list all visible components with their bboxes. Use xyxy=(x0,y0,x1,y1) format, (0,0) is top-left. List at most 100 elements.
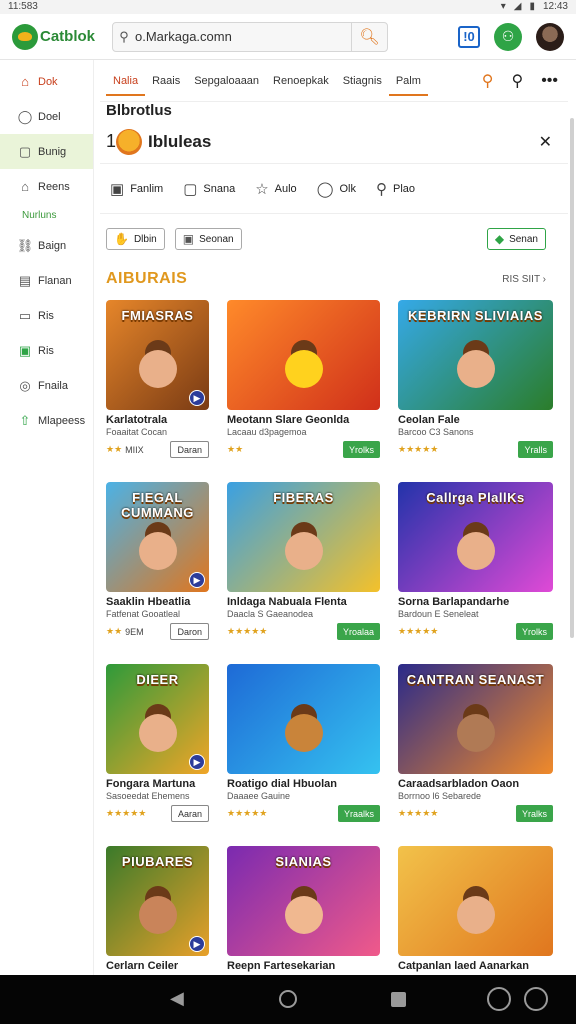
assistant-icon[interactable] xyxy=(524,987,548,1011)
brand-logo[interactable]: Catblok xyxy=(12,23,102,50)
game-action-button[interactable]: Yralls xyxy=(518,441,553,458)
filter-olk[interactable]: ◯ Olk xyxy=(317,180,356,198)
game-card[interactable]: Meotann Slare Geonlda Lacaau d3pagemoa ★★… xyxy=(227,300,380,482)
game-thumbnail[interactable]: FMIASRAS ▶ xyxy=(106,300,209,410)
chip-senan[interactable]: ◆ Senan xyxy=(486,228,546,250)
game-subtitle: Lacaau d3pagemoa xyxy=(227,427,307,437)
game-thumbnail[interactable]: FIEGAL CUMMANG ▶ xyxy=(106,482,209,592)
tab-nalia[interactable]: Nalia xyxy=(106,66,146,96)
game-action-button[interactable]: Yrolks xyxy=(342,441,380,458)
game-thumbnail-title: Callrga PlallKs xyxy=(426,490,525,505)
game-thumbnail[interactable]: CANTRAN SEANAST xyxy=(398,664,553,774)
chip-label: Seonan xyxy=(199,233,234,245)
battery-icon: ▮ xyxy=(529,1,535,12)
notification-badge-icon[interactable]: !0 xyxy=(458,25,480,48)
game-action-button[interactable]: Daron xyxy=(170,623,209,640)
filter-plao[interactable]: ⚲ Plao xyxy=(376,180,415,198)
game-title: Inldaga Nabuala Flenta xyxy=(227,596,347,608)
game-subtitle: Daaaee Gauine xyxy=(227,791,291,801)
game-action-button[interactable]: Yrolks xyxy=(515,623,553,640)
game-thumbnail[interactable] xyxy=(398,846,553,956)
filter-fanlim[interactable]: ▣ Fanlim xyxy=(110,180,163,198)
game-thumbnail-title: FMIASRAS xyxy=(121,308,194,323)
filter-aulo[interactable]: ☆ Aulo xyxy=(255,180,296,198)
more-icon[interactable]: ••• xyxy=(541,72,558,90)
emoji-icon xyxy=(116,128,143,155)
rating-stars: ★★ xyxy=(106,444,123,454)
chip-dlbin[interactable]: ✋ Dlbin xyxy=(106,228,165,250)
sidebar-item-bunig[interactable]: ▢ Bunig xyxy=(0,134,93,169)
search-orange-icon[interactable]: ⚲ xyxy=(482,71,494,91)
sidebar-item-flanan[interactable]: ▤ Flanan xyxy=(0,263,93,298)
character-art xyxy=(138,350,177,388)
sidebar-item-ris[interactable]: ▭ Ris xyxy=(0,298,93,333)
game-card[interactable]: Catpanlan laed Aanarkan xyxy=(398,846,553,975)
game-action-button[interactable]: Yraalks xyxy=(337,805,380,822)
scrollbar[interactable] xyxy=(570,118,574,638)
game-thumbnail[interactable]: Callrga PlallKs xyxy=(398,482,553,592)
filter-label: Snana xyxy=(203,182,236,195)
tab-sepgaloaaan[interactable]: Sepgaloaaan xyxy=(187,66,266,96)
tab-renoepkak[interactable]: Renoepkak xyxy=(266,66,336,96)
tab-raais[interactable]: Raais xyxy=(145,66,187,96)
game-title: Cerlarn Ceiler xyxy=(106,960,179,972)
character-art xyxy=(284,896,323,934)
game-thumbnail[interactable]: SIANIAS xyxy=(227,846,380,956)
sidebar-item-reens[interactable]: ⌂ Reens xyxy=(0,169,93,204)
game-card[interactable]: PIUBARES ▶ Cerlarn Ceiler xyxy=(106,846,209,975)
game-card[interactable]: DIEER ▶ Fongara Martuna Sasoeedat Ehemens… xyxy=(106,664,209,846)
sidebar-item-baign[interactable]: ⛓ Baign xyxy=(0,228,93,263)
game-thumbnail[interactable] xyxy=(227,300,380,410)
game-card[interactable]: Callrga PlallKs Sorna Barlapandarhe Bardo… xyxy=(398,482,553,664)
user-avatar[interactable] xyxy=(536,22,564,51)
game-card[interactable]: KEBRIRN SLIVIAIAS Ceolan Fale Barcoo C3 S… xyxy=(398,300,553,482)
search-icon[interactable]: ⚲ xyxy=(511,71,523,91)
compass-icon: ◎ xyxy=(19,377,31,393)
game-action-button[interactable]: Yroalaa xyxy=(336,623,380,640)
tab-palm[interactable]: Palm xyxy=(388,66,428,96)
bag-icon: ▢ xyxy=(18,143,32,159)
tab-bar: Nalia Raais Sepgaloaaan Renoepkak Stiagn… xyxy=(100,60,568,102)
sidebar-item-doel[interactable]: ◯ Doel xyxy=(0,99,93,134)
see-all-link[interactable]: RIS SIIT › xyxy=(502,274,562,285)
game-thumbnail-title: FIBERAS xyxy=(273,490,334,505)
game-action-button[interactable]: Daran xyxy=(170,441,209,458)
game-thumbnail[interactable] xyxy=(227,664,380,774)
sidebar-item-mlapeess[interactable]: ⇧ Mlapeess xyxy=(0,403,93,438)
game-thumbnail[interactable]: KEBRIRN SLIVIAIAS xyxy=(398,300,553,410)
game-meta-row: ★★★★★ Yralks xyxy=(398,805,553,822)
tab-stiagnis[interactable]: Stiagnis xyxy=(336,66,389,96)
game-subtitle: Borrnoo l6 Sebarede xyxy=(398,791,482,801)
game-card[interactable]: FIBERAS Inldaga Nabuala Flenta Daacla S G… xyxy=(227,482,380,664)
game-card[interactable]: CANTRAN SEANAST Caraadsarbladon Oaon Borr… xyxy=(398,664,553,846)
game-card[interactable]: FIEGAL CUMMANG ▶ Saaklin Hbeatlia Fatfena… xyxy=(106,482,209,664)
character-art xyxy=(138,532,177,570)
game-thumbnail[interactable]: DIEER ▶ xyxy=(106,664,209,774)
filter-snana[interactable]: ▢ Snana xyxy=(183,180,235,198)
game-thumbnail[interactable]: FIBERAS xyxy=(227,482,380,592)
home-circle-icon[interactable] xyxy=(279,990,297,1008)
thumb-icon: ✋ xyxy=(114,232,129,246)
game-card[interactable]: SIANIAS Reepn Fartesekarian xyxy=(227,846,380,975)
account-icon[interactable]: ⚇ xyxy=(494,22,522,51)
game-title: Meotann Slare Geonlda xyxy=(227,414,350,426)
app-header: Catblok ⚲ 🔍︎ !0 ⚇ xyxy=(0,14,576,60)
chat-icon: ◯ xyxy=(17,108,33,124)
game-card[interactable]: FMIASRAS ▶ Karlatotrala Foaaitat Cocan ★★… xyxy=(106,300,209,482)
game-thumbnail[interactable]: PIUBARES ▶ xyxy=(106,846,209,956)
sidebar-item-ris-2[interactable]: ▣ Ris xyxy=(0,333,93,368)
play-badge-icon: ▶ xyxy=(189,754,205,770)
search-button[interactable]: 🔍︎ xyxy=(351,21,387,52)
game-action-button[interactable]: Aaran xyxy=(170,805,209,822)
close-icon[interactable]: ✕ xyxy=(539,132,562,152)
play-badge-icon: ▶ xyxy=(189,572,205,588)
recents-icon[interactable] xyxy=(391,992,406,1007)
game-card[interactable]: Roatigo dial Hbuolan Daaaee Gauine ★★★★★ … xyxy=(227,664,380,846)
chip-seonan[interactable]: ▣ Seonan xyxy=(174,228,242,250)
search-input[interactable] xyxy=(135,29,351,44)
game-action-button[interactable]: Yralks xyxy=(515,805,553,822)
sidebar-item-fnaila[interactable]: ◎ Fnaila xyxy=(0,368,93,403)
sidebar-item-home[interactable]: ⌂ Dok xyxy=(0,64,93,99)
accessibility-icon[interactable] xyxy=(487,987,511,1011)
back-icon[interactable]: ◀ xyxy=(170,988,184,1009)
